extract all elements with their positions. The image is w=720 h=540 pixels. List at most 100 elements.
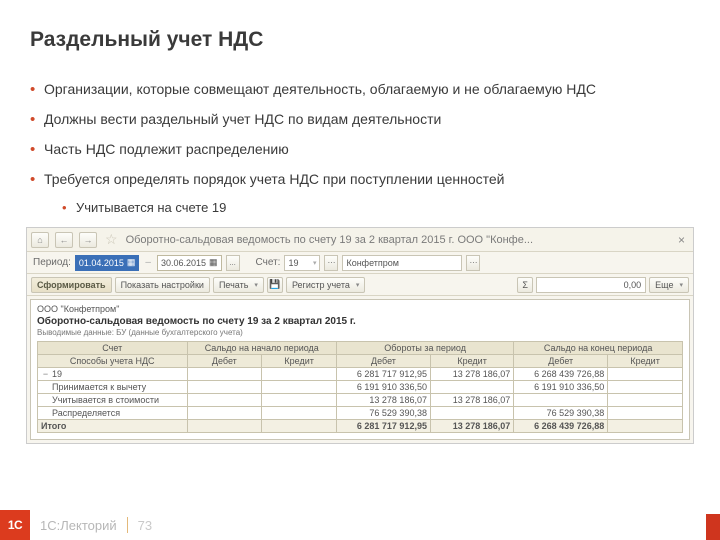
date-from-input[interactable]: 01.04.2015 ▦ (75, 255, 140, 271)
bullet-text: Требуется определять порядок учета НДС п… (44, 171, 505, 187)
bullet-item: Часть НДС подлежит распределению (30, 140, 690, 159)
th-debit: Дебет (337, 355, 431, 368)
table-row: Принимается к вычету 6 191 910 336,50 6 … (38, 381, 683, 394)
sum-output: 0,00 (536, 277, 646, 293)
balance-table: Счет Сальдо на начало периода Обороты за… (37, 341, 683, 433)
footer-divider (127, 517, 128, 533)
calendar-icon[interactable]: ▦ (209, 257, 218, 268)
cell-label: 19 (52, 369, 62, 379)
window-title: Оборотно-сальдовая ведомость по счету 19… (126, 234, 533, 246)
tree-collapse-icon[interactable]: − (41, 369, 50, 379)
form-button[interactable]: Сформировать (31, 277, 112, 293)
cell (608, 368, 683, 381)
th-debit: Дебет (187, 355, 262, 368)
report-org: ООО "Конфетпром" (37, 304, 683, 314)
cell (608, 394, 683, 407)
print-button[interactable]: Печать ▾ (213, 277, 264, 293)
th-end: Сальдо на конец периода (514, 342, 683, 355)
table-total-row: Итого 6 281 717 912,95 13 278 186,07 6 2… (38, 420, 683, 433)
nav-fwd-icon[interactable]: → (79, 232, 97, 248)
cell (262, 420, 337, 433)
cell-label: Учитывается в стоимости (38, 394, 188, 407)
period-picker-button[interactable]: ... (226, 255, 240, 271)
slide-title: Раздельный учет НДС (30, 28, 690, 52)
dash: – (143, 257, 153, 268)
report-subtitle: Выводимые данные: БУ (данные бухгалтерск… (37, 328, 683, 337)
org-input[interactable]: Конфетпром (342, 255, 462, 271)
bullet-item: Организации, которые совмещают деятельно… (30, 80, 690, 99)
footer-accent (706, 514, 720, 540)
cell (187, 407, 262, 420)
cell (430, 407, 513, 420)
date-to-value: 30.06.2015 (161, 258, 206, 268)
window-titlebar: ⌂ ← → ☆ Оборотно-сальдовая ведомость по … (27, 228, 693, 252)
th-start: Сальдо на начало периода (187, 342, 337, 355)
nav-home-icon[interactable]: ⌂ (31, 232, 49, 248)
account-label: Счет: (256, 257, 281, 268)
command-toolbar: Сформировать Показать настройки Печать▾ … (27, 274, 693, 296)
more-button[interactable]: Еще▾ (649, 277, 689, 293)
cell (262, 394, 337, 407)
cell: 13 278 186,07 (337, 394, 431, 407)
table-row: Учитывается в стоимости 13 278 186,07 13… (38, 394, 683, 407)
cell: 6 191 910 336,50 (514, 381, 608, 394)
org-lookup-button[interactable]: ⋯ (466, 255, 480, 271)
cell (514, 394, 608, 407)
embedded-app-window: ⌂ ← → ☆ Оборотно-сальдовая ведомость по … (26, 227, 694, 444)
cell (262, 368, 337, 381)
nav-back-icon[interactable]: ← (55, 232, 73, 248)
chevron-down-icon[interactable]: ▾ (356, 281, 360, 289)
cell (608, 420, 683, 433)
bullet-item: Требуется определять порядок учета НДС п… (30, 170, 690, 216)
cell: 6 191 910 336,50 (337, 381, 431, 394)
date-from-value: 01.04.2015 (79, 258, 124, 268)
account-input[interactable]: 19 ▾ (284, 255, 320, 271)
th-debit: Дебет (514, 355, 608, 368)
cell: 76 529 390,38 (514, 407, 608, 420)
report-body: ООО "Конфетпром" Оборотно-сальдовая ведо… (30, 299, 690, 440)
register-label: Регистр учета (292, 280, 350, 290)
sub-bullet-item: Учитывается на счете 19 (62, 199, 690, 217)
cell: 6 281 717 912,95 (337, 420, 431, 433)
chevron-down-icon[interactable]: ▾ (254, 281, 258, 289)
th-credit: Кредит (430, 355, 513, 368)
close-icon[interactable]: × (674, 233, 689, 247)
print-label: Печать (219, 280, 248, 290)
cell: 13 278 186,07 (430, 420, 513, 433)
cell: 6 281 717 912,95 (337, 368, 431, 381)
cell-label: Принимается к вычету (38, 381, 188, 394)
date-to-input[interactable]: 30.06.2015 ▦ (157, 255, 222, 271)
show-settings-button[interactable]: Показать настройки (115, 277, 210, 293)
sigma-icon[interactable]: Σ (517, 277, 533, 293)
page-number: 73 (138, 518, 152, 533)
cell (430, 381, 513, 394)
cell (262, 407, 337, 420)
th-credit: Кредит (608, 355, 683, 368)
cell (187, 368, 262, 381)
cell (187, 420, 262, 433)
cell (187, 381, 262, 394)
brand-text: 1С:Лекторий (40, 518, 117, 533)
period-toolbar: Период: 01.04.2015 ▦ – 30.06.2015 ▦ ... … (27, 252, 693, 274)
table-row: Распределяется 76 529 390,38 76 529 390,… (38, 407, 683, 420)
account-lookup-button[interactable]: ⋯ (324, 255, 338, 271)
chevron-down-icon[interactable]: ▾ (679, 281, 683, 289)
cell (608, 381, 683, 394)
save-icon[interactable]: 💾 (267, 277, 283, 293)
logo-1c: 1С (0, 510, 30, 540)
table-row: −19 6 281 717 912,95 13 278 186,07 6 268… (38, 368, 683, 381)
cell-label: Распределяется (38, 407, 188, 420)
favorite-star-icon[interactable]: ☆ (103, 231, 120, 248)
th-turnover: Обороты за период (337, 342, 514, 355)
th-method: Способы учета НДС (38, 355, 188, 368)
cell (262, 381, 337, 394)
chevron-down-icon[interactable]: ▾ (313, 259, 317, 267)
th-credit: Кредит (262, 355, 337, 368)
report-title: Оборотно-сальдовая ведомость по счету 19… (37, 316, 683, 327)
calendar-icon[interactable]: ▦ (127, 257, 136, 268)
period-label: Период: (33, 257, 71, 268)
cell: 6 268 439 726,88 (514, 420, 608, 433)
cell (187, 394, 262, 407)
org-value: Конфетпром (346, 258, 399, 268)
register-button[interactable]: Регистр учета ▾ (286, 277, 366, 293)
